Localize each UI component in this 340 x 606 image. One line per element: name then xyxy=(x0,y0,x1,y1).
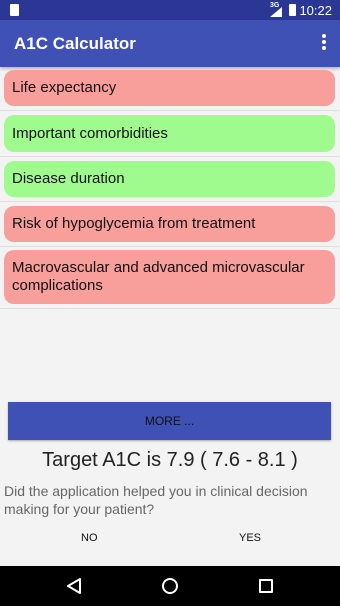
sd-card-icon xyxy=(10,4,19,16)
factor-label: Life expectancy xyxy=(12,79,117,96)
factor-label-line2: complications xyxy=(12,277,103,294)
factor-hypoglycemia-risk[interactable]: Risk of hypoglycemia from treatment xyxy=(4,206,335,242)
status-bar: 3G 10:22 xyxy=(0,0,340,20)
factor-vascular-complications[interactable]: Macrovascular and advanced microvascular… xyxy=(4,250,335,304)
battery-icon xyxy=(289,4,296,16)
factor-label: Disease duration xyxy=(12,170,125,187)
divider xyxy=(0,246,340,247)
factor-label: Risk of hypoglycemia from treatment xyxy=(12,215,256,232)
divider xyxy=(0,156,340,157)
feedback-question: Did the application helped you in clinic… xyxy=(4,483,308,517)
navigation-bar xyxy=(0,566,340,606)
factor-life-expectancy[interactable]: Life expectancy xyxy=(4,70,335,106)
target-a1c-result: Target A1C is 7.9 ( 7.6 - 8.1 ) xyxy=(42,449,298,471)
yes-button[interactable]: YES xyxy=(239,532,261,544)
back-icon[interactable] xyxy=(66,577,82,595)
recent-apps-icon[interactable] xyxy=(259,579,273,593)
divider xyxy=(0,110,340,111)
more-vert-icon[interactable] xyxy=(321,34,327,54)
network-type: 3G xyxy=(270,2,280,9)
divider xyxy=(0,201,340,202)
clock: 10:22 xyxy=(299,3,332,18)
factor-label: Important comorbidities xyxy=(12,125,168,142)
divider xyxy=(0,308,340,309)
factor-important-comorbidities[interactable]: Important comorbidities xyxy=(4,115,335,152)
app-title: A1C Calculator xyxy=(14,34,136,53)
more-button[interactable]: MORE ... xyxy=(8,402,331,440)
app-bar: A1C Calculator xyxy=(0,20,340,67)
no-button[interactable]: NO xyxy=(81,532,98,544)
home-icon[interactable] xyxy=(162,578,178,594)
factor-label-line1: Macrovascular and advanced microvascular xyxy=(12,259,305,276)
factor-disease-duration[interactable]: Disease duration xyxy=(4,161,335,197)
